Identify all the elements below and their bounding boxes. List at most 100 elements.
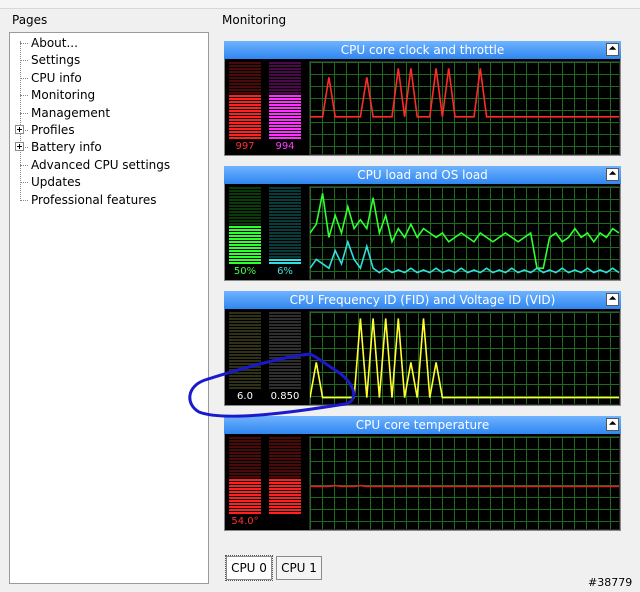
meter-segment bbox=[229, 92, 261, 94]
meter-segment bbox=[229, 440, 261, 442]
tree-item[interactable]: Settings bbox=[10, 52, 208, 69]
meter-segment bbox=[269, 110, 301, 112]
meter-segment bbox=[229, 229, 261, 231]
meter-segment bbox=[229, 226, 261, 228]
meter-segment bbox=[269, 232, 301, 234]
meter-segment bbox=[269, 196, 301, 198]
meter-segment bbox=[269, 241, 301, 243]
meter-segment bbox=[229, 193, 261, 195]
pages-heading: Pages bbox=[12, 13, 48, 27]
meter-segment bbox=[229, 494, 261, 496]
meter-segment bbox=[269, 467, 301, 469]
meter-segment bbox=[269, 488, 301, 490]
panel-body: 54.0° bbox=[224, 434, 621, 531]
meter-segment bbox=[269, 83, 301, 85]
meter-segment bbox=[269, 473, 301, 475]
meter-segment bbox=[269, 217, 301, 219]
meter-segment bbox=[269, 134, 301, 136]
meter-segment bbox=[229, 262, 261, 264]
tree-item-label: Professional features bbox=[31, 192, 157, 207]
meter-segment bbox=[269, 464, 301, 466]
tree-item[interactable]: Advanced CPU settings bbox=[10, 157, 208, 174]
meter-segment bbox=[269, 259, 301, 261]
tab-cpu[interactable]: CPU 0 bbox=[225, 555, 273, 581]
collapse-icon[interactable]: ⏶ bbox=[606, 43, 619, 56]
meter-segment bbox=[269, 440, 301, 442]
tree-item[interactable]: Professional features bbox=[10, 192, 208, 209]
meter-segment bbox=[229, 232, 261, 234]
meter-segment bbox=[269, 327, 301, 329]
panel-header: CPU Frequency ID (FID) and Voltage ID (V… bbox=[224, 291, 621, 309]
pages-tree[interactable]: About... Settings CPU info Monitoring Manage… bbox=[9, 32, 209, 584]
meter-segment bbox=[229, 336, 261, 338]
meter-segment bbox=[269, 86, 301, 88]
tree-item[interactable]: CPU info bbox=[10, 70, 208, 87]
tree-connector bbox=[20, 95, 28, 97]
meter-segment bbox=[269, 193, 301, 195]
expand-plus-icon[interactable] bbox=[15, 125, 24, 134]
meter-segment bbox=[269, 214, 301, 216]
meter-segment bbox=[229, 482, 261, 484]
meter-segment bbox=[269, 321, 301, 323]
tree-item[interactable]: Battery info bbox=[10, 139, 208, 156]
meter-segment bbox=[229, 455, 261, 457]
collapse-icon[interactable]: ⏶ bbox=[606, 418, 619, 431]
history-graph bbox=[309, 436, 620, 530]
meter-segment bbox=[269, 339, 301, 341]
meter-segment bbox=[229, 485, 261, 487]
meter-segment bbox=[229, 190, 261, 192]
top-strip bbox=[0, 0, 640, 9]
tab-cpu[interactable]: CPU 1 bbox=[276, 556, 322, 580]
meter-segment bbox=[269, 128, 301, 130]
collapse-icon[interactable]: ⏶ bbox=[606, 293, 619, 306]
meter-segment bbox=[229, 509, 261, 511]
tree-item[interactable]: Updates bbox=[10, 174, 208, 191]
meter-segment bbox=[229, 259, 261, 261]
tree-item[interactable]: Profiles bbox=[10, 122, 208, 139]
meter-segment bbox=[229, 256, 261, 258]
expand-plus-icon[interactable] bbox=[15, 142, 24, 152]
meter-segment bbox=[229, 113, 261, 115]
meter-segment bbox=[269, 479, 301, 481]
tree-item[interactable]: Management bbox=[10, 105, 208, 122]
tree-item[interactable]: Monitoring bbox=[10, 87, 208, 104]
meter-segment bbox=[229, 214, 261, 216]
tree-connector bbox=[20, 164, 28, 166]
meter-segment bbox=[229, 339, 261, 341]
graph-plot bbox=[310, 68, 619, 118]
meter-segment bbox=[269, 247, 301, 249]
meter-segment bbox=[229, 345, 261, 347]
meter-segment bbox=[269, 205, 301, 207]
meter-segment bbox=[269, 220, 301, 222]
tree-item[interactable]: About... bbox=[10, 35, 208, 52]
meter-segment bbox=[229, 68, 261, 70]
meter-segment bbox=[229, 134, 261, 136]
meter-segment bbox=[269, 238, 301, 240]
meter-segment bbox=[269, 455, 301, 457]
meter-segment bbox=[229, 217, 261, 219]
meter-segment bbox=[229, 101, 261, 103]
meter-segment bbox=[229, 312, 261, 314]
meter-segment bbox=[269, 461, 301, 463]
meter-segment bbox=[269, 107, 301, 109]
meter-segment bbox=[269, 494, 301, 496]
meter-segment bbox=[269, 116, 301, 118]
meter-segment bbox=[229, 62, 261, 64]
meter-segment bbox=[269, 208, 301, 210]
meter-segment bbox=[269, 113, 301, 115]
meter-segment bbox=[229, 220, 261, 222]
meter-segment bbox=[229, 71, 261, 73]
collapse-icon[interactable]: ⏶ bbox=[606, 168, 619, 181]
meter-segment bbox=[229, 506, 261, 508]
meter-segment bbox=[269, 92, 301, 94]
tree-connector bbox=[20, 182, 28, 184]
meter-segment bbox=[269, 104, 301, 106]
tree-connector bbox=[20, 43, 28, 44]
meter-segment bbox=[229, 119, 261, 121]
meter-segment bbox=[229, 125, 261, 127]
meter-segment bbox=[229, 467, 261, 469]
meter-segment bbox=[229, 137, 261, 139]
panel-body: 50% 6% bbox=[224, 184, 621, 281]
meter-segment bbox=[229, 131, 261, 133]
monitor-panel: CPU core temperature ⏶ 54.0° bbox=[224, 416, 621, 531]
